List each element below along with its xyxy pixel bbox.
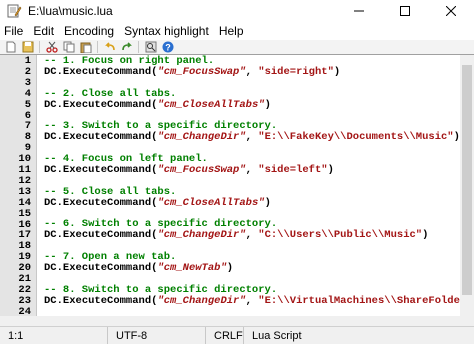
code-line: DC.ExecuteCommand("cm_CloseAllTabs") xyxy=(44,98,460,111)
copy-icon xyxy=(63,41,74,53)
code-string: "cm_NewTab" xyxy=(157,261,227,274)
code-token: .ExecuteCommand( xyxy=(56,229,158,242)
redo-button[interactable] xyxy=(118,40,135,54)
code-token: .ExecuteCommand( xyxy=(56,196,158,209)
code-string: "E:\\VirtualMachines\\ShareFolder" xyxy=(258,294,473,307)
code-token: , xyxy=(245,294,259,307)
encoding-status: UTF-8 xyxy=(108,326,206,344)
code-string: "cm_ChangeDir" xyxy=(157,294,246,307)
code-line: DC.ExecuteCommand("cm_CloseAllTabs") xyxy=(44,196,460,209)
vertical-scroll-thumb[interactable] xyxy=(462,65,472,295)
horizontal-scrollbar[interactable] xyxy=(0,316,460,326)
help-icon: ? xyxy=(162,41,173,53)
code-token: ) xyxy=(453,131,460,144)
code-token: ) xyxy=(422,229,429,242)
code-line: DC.ExecuteCommand("cm_NewTab") xyxy=(44,261,460,274)
minimize-button[interactable] xyxy=(336,0,382,22)
code-token: ) xyxy=(226,261,234,274)
svg-text:?: ? xyxy=(165,43,171,53)
line-number: 4 xyxy=(24,87,31,100)
code-string: "side=left" xyxy=(258,163,328,176)
code-token: ) xyxy=(327,163,334,176)
cursor-position: 1:1 xyxy=(0,326,108,344)
code-token: .ExecuteCommand( xyxy=(56,294,158,307)
code-string: "C:\\Users\\Public\\Music" xyxy=(258,229,423,242)
code-line: DC.ExecuteCommand("cm_ChangeDir", "E:\\V… xyxy=(44,294,474,307)
undo-icon xyxy=(104,42,115,51)
code-line: DC.ExecuteCommand("cm_ChangeDir", "E:\\F… xyxy=(44,132,460,143)
vertical-scrollbar[interactable] xyxy=(460,55,474,327)
status-bar: 1:1 UTF-8 CRLF Lua Script xyxy=(0,326,474,344)
syntax-status: Lua Script xyxy=(252,329,302,342)
menu-edit[interactable]: Edit xyxy=(28,22,59,40)
scrollbar-corner xyxy=(460,316,474,326)
close-button[interactable] xyxy=(428,0,474,22)
find-button[interactable] xyxy=(142,40,159,54)
menu-file[interactable]: File xyxy=(0,22,28,40)
undo-button[interactable] xyxy=(101,40,118,54)
code-token: , xyxy=(245,163,259,176)
line-number: 14 xyxy=(18,196,31,209)
find-icon xyxy=(145,41,156,53)
title-bar: E:\lua\music.lua xyxy=(0,0,474,22)
code-token: .ExecuteCommand( xyxy=(56,163,158,176)
close-icon xyxy=(446,6,456,16)
code-token: ) xyxy=(264,98,271,111)
code-token: ) xyxy=(333,65,341,78)
save-button[interactable] xyxy=(19,40,36,54)
code-string: "cm_ChangeDir" xyxy=(157,131,246,144)
code-token: , xyxy=(245,229,259,242)
paste-icon xyxy=(80,42,91,53)
menu-encoding[interactable]: Encoding xyxy=(59,22,119,40)
code-string: "cm_CloseAllTabs" xyxy=(157,196,265,209)
cut-button[interactable] xyxy=(43,40,60,54)
line-number: 15 xyxy=(18,207,31,220)
menu-syntax-highlight[interactable]: Syntax highlight xyxy=(119,22,214,40)
code-token: ) xyxy=(264,196,271,209)
new-file-icon xyxy=(6,41,15,53)
code-string: "cm_CloseAllTabs" xyxy=(157,98,265,111)
code-token: .ExecuteCommand( xyxy=(56,261,158,274)
menu-help[interactable]: Help xyxy=(214,22,249,40)
code-string: "cm_FocusSwap" xyxy=(157,65,246,78)
code-string: "side=right" xyxy=(258,65,334,78)
code-token: .ExecuteCommand( xyxy=(56,98,158,111)
copy-button[interactable] xyxy=(60,40,77,54)
code-string: "cm_ChangeDir" xyxy=(157,229,246,242)
code-text-area[interactable]: -- 1. Focus on right panel. DC.ExecuteCom… xyxy=(44,56,474,317)
toolbar-separator xyxy=(138,41,139,53)
line-ending-status: CRLF xyxy=(206,326,244,344)
code-line: DC.ExecuteCommand("cm_FocusSwap", "side=… xyxy=(44,163,460,176)
code-token: , xyxy=(245,65,259,78)
window-title: E:\lua\music.lua xyxy=(28,4,113,18)
toolbar-separator xyxy=(97,41,98,53)
save-icon xyxy=(22,41,33,53)
paste-button[interactable] xyxy=(77,40,94,54)
help-button[interactable]: ? xyxy=(159,40,176,54)
code-token: , xyxy=(245,131,259,144)
code-token: .ExecuteCommand( xyxy=(56,65,158,78)
code-string: "E:\\FakeKey\\Documents\\Music" xyxy=(258,131,454,144)
cut-icon xyxy=(45,41,58,53)
code-editor[interactable]: 1 2 3 4 5 6 7 8 9 10 11 12 13 14 15 16 17 18 19 20 21 22 23 24 … xyxy=(0,54,474,327)
toolbar: ? xyxy=(0,40,474,54)
menu-bar: File Edit Encoding Syntax highlight Help xyxy=(0,22,474,40)
toolbar-separator xyxy=(39,41,40,53)
code-line: DC.ExecuteCommand("cm_FocusSwap", "side=… xyxy=(44,65,460,78)
code-line: DC.ExecuteCommand("cm_ChangeDir", "C:\\U… xyxy=(44,230,460,241)
code-string: "cm_FocusSwap" xyxy=(157,163,246,176)
new-file-button[interactable] xyxy=(2,40,19,54)
notepad-app-icon xyxy=(6,3,22,19)
line-number: 5 xyxy=(24,98,31,111)
redo-icon xyxy=(121,42,132,51)
maximize-button[interactable] xyxy=(382,0,428,22)
code-token: .ExecuteCommand( xyxy=(56,131,158,144)
